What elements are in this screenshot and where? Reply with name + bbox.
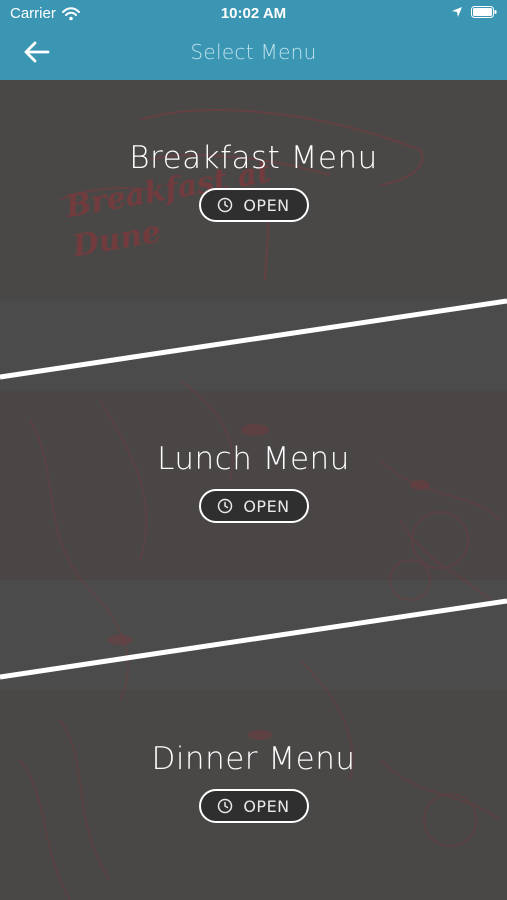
battery-icon: [471, 6, 497, 18]
page-title: Select Menu: [190, 40, 317, 64]
clock-icon: [218, 197, 233, 213]
menu-card-lunch: Lunch Menu OPEN: [0, 441, 507, 523]
clock-icon: [218, 498, 233, 514]
menu-title: Dinner Menu: [151, 741, 356, 777]
open-dinner-button[interactable]: OPEN: [198, 789, 309, 823]
nav-bar: Select Menu: [0, 28, 507, 80]
open-button-label: OPEN: [243, 195, 290, 215]
menu-title: Lunch Menu: [157, 441, 350, 477]
menu-card-breakfast: Breakfast Menu OPEN: [0, 140, 507, 222]
location-arrow-icon: [452, 7, 462, 17]
open-lunch-button[interactable]: OPEN: [198, 489, 309, 523]
open-button-label: OPEN: [243, 496, 290, 516]
menu-title: Breakfast Menu: [129, 140, 378, 176]
header: Carrier 10:02 AM Select Menu: [0, 0, 507, 80]
screen: Breakfast at Dune Breakfast Menu OPEN Lu…: [0, 0, 507, 900]
status-time: 10:02 AM: [220, 5, 287, 22]
clock-icon: [218, 798, 233, 814]
menu-card-dinner: Dinner Menu OPEN: [0, 741, 507, 823]
status-bar: Carrier 10:02 AM: [0, 0, 507, 28]
open-breakfast-button[interactable]: OPEN: [198, 188, 309, 222]
status-right: [451, 6, 497, 18]
open-button-label: OPEN: [243, 796, 290, 816]
